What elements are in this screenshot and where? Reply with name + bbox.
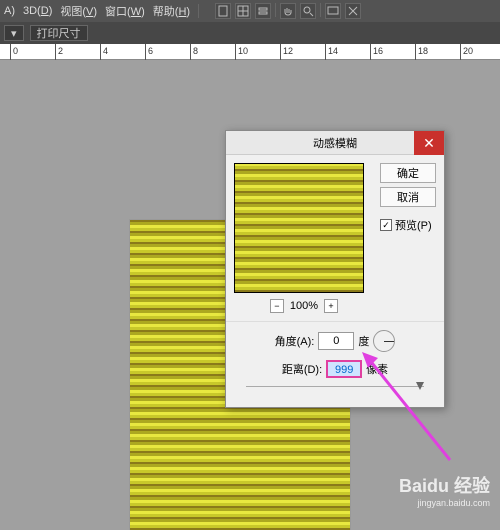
preview-thumbnail[interactable] bbox=[234, 163, 364, 293]
preview-checkbox[interactable]: ✓ bbox=[380, 219, 392, 231]
ruler-mark: 18 bbox=[415, 44, 428, 60]
canvas-area: 动感模糊 ✕ − 100% + 确定 取消 ✓ 预览(P) bbox=[0, 60, 500, 514]
dialog-title-text: 动感模糊 bbox=[313, 135, 357, 151]
menu-bar: A) 3D(D) 视图(V) 窗口(W) 帮助(H) bbox=[0, 0, 500, 22]
menu-a[interactable]: A) bbox=[4, 5, 15, 17]
horizontal-ruler: 0 2 4 6 8 10 12 14 16 18 20 bbox=[0, 44, 500, 60]
separator bbox=[198, 4, 199, 18]
watermark: Baidu 经验 jingyan.baidu.com bbox=[399, 472, 490, 508]
angle-unit: 度 bbox=[358, 333, 369, 349]
dialog-titlebar[interactable]: 动感模糊 ✕ bbox=[226, 131, 444, 155]
ok-button[interactable]: 确定 bbox=[380, 163, 436, 183]
watermark-url: jingyan.baidu.com bbox=[399, 498, 490, 508]
ruler-mark: 6 bbox=[145, 44, 153, 60]
options-bar: ▾ 打印尺寸 bbox=[0, 22, 500, 44]
ruler-mark: 16 bbox=[370, 44, 383, 60]
ruler-mark: 20 bbox=[460, 44, 473, 60]
watermark-brand: Baidu 经验 bbox=[399, 476, 490, 496]
grid-icon[interactable] bbox=[235, 3, 251, 19]
ruler-mark: 8 bbox=[190, 44, 198, 60]
separator bbox=[275, 3, 276, 17]
preview-label: 预览(P) bbox=[395, 217, 432, 233]
close-icon[interactable]: ✕ bbox=[414, 131, 444, 155]
menubar-icons bbox=[215, 3, 361, 19]
separator bbox=[320, 3, 321, 17]
doc-icon[interactable] bbox=[215, 3, 231, 19]
crop-icon[interactable] bbox=[345, 3, 361, 19]
stack-icon[interactable] bbox=[255, 3, 271, 19]
menu-view[interactable]: 视图(V) bbox=[60, 3, 97, 19]
ruler-mark: 10 bbox=[235, 44, 248, 60]
screen-icon[interactable] bbox=[325, 3, 341, 19]
cancel-button[interactable]: 取消 bbox=[380, 187, 436, 207]
menu-help[interactable]: 帮助(H) bbox=[153, 3, 190, 19]
ruler-mark: 0 bbox=[10, 44, 18, 60]
distance-input[interactable]: 999 bbox=[326, 360, 362, 378]
angle-label: 角度(A): bbox=[275, 333, 315, 349]
distance-unit: 像素 bbox=[366, 361, 388, 377]
zoom-percent: 100% bbox=[290, 300, 318, 312]
zoom-controls: − 100% + bbox=[234, 299, 374, 313]
print-size-button[interactable]: 打印尺寸 bbox=[30, 25, 88, 41]
ruler-mark: 4 bbox=[100, 44, 108, 60]
option-dropdown[interactable]: ▾ bbox=[4, 25, 24, 41]
angle-dial-icon[interactable] bbox=[373, 330, 395, 352]
ruler-mark: 12 bbox=[280, 44, 293, 60]
slider-thumb-icon[interactable] bbox=[416, 382, 424, 390]
distance-label: 距离(D): bbox=[282, 361, 322, 377]
distance-slider[interactable] bbox=[246, 386, 424, 387]
hand-icon[interactable] bbox=[280, 3, 296, 19]
zoom-icon[interactable] bbox=[300, 3, 316, 19]
ruler-mark: 2 bbox=[55, 44, 63, 60]
angle-input[interactable]: 0 bbox=[318, 332, 354, 350]
menu-3d[interactable]: 3D(D) bbox=[23, 5, 52, 17]
menu-window[interactable]: 窗口(W) bbox=[105, 3, 145, 19]
zoom-in-button[interactable]: + bbox=[324, 299, 338, 313]
motion-blur-dialog: 动感模糊 ✕ − 100% + 确定 取消 ✓ 预览(P) bbox=[225, 130, 445, 408]
zoom-out-button[interactable]: − bbox=[270, 299, 284, 313]
ruler-mark: 14 bbox=[325, 44, 338, 60]
